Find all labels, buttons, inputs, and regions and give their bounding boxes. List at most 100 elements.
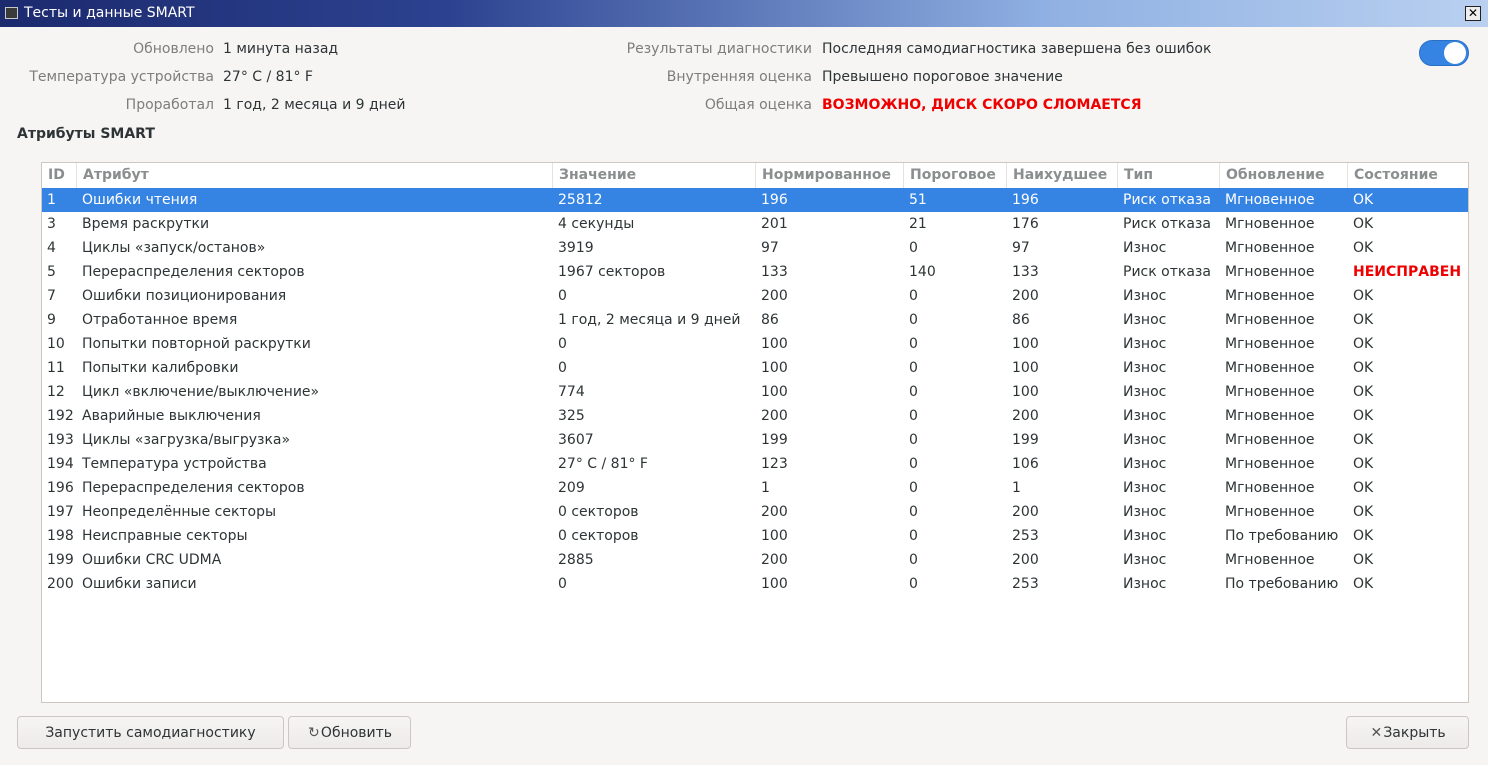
cell-threshold: 0 [909,240,918,256]
cell-worst: 100 [1012,384,1039,400]
table-row[interactable]: 192 Аварийные выключения 325 200 0 200 Износ Мг… [42,404,1468,428]
table-row[interactable]: 1 Ошибки чтения 25812 196 51 196 Риск отказа Мг… [42,188,1468,212]
cell-assessment: OK [1353,312,1374,328]
table-header: ID Атрибут Значение Нормированное Пороговое Н… [42,163,1468,188]
table-row[interactable]: 7 Ошибки позиционирования 0 200 0 200 Износ Мгн… [42,284,1468,308]
cell-normalized: 199 [761,432,788,448]
table-row[interactable]: 197 Неопределённые секторы 0 секторов 200 0 2… [42,500,1468,524]
cell-normalized: 97 [761,240,779,256]
table-row[interactable]: 5 Перераспределения секторов 1967 секторов… [42,260,1468,284]
column-header-assessment[interactable]: Состояние [1348,163,1468,188]
cell-normalized: 200 [761,552,788,568]
cell-value: 4 секунды [558,216,635,232]
table-row[interactable]: 194 Температура устройства 27° C / 81° F 12… [42,452,1468,476]
table-row[interactable]: 199 Ошибки CRC UDMA 2885 200 0 200 Износ Мгнове… [42,548,1468,572]
cell-worst: 86 [1012,312,1030,328]
cell-attribute: Ошибки чтения [82,192,198,208]
table-row[interactable]: 11 Попытки калибровки 0 100 0 100 Износ Мгновен… [42,356,1468,380]
table-row[interactable]: 3 Время раскрутки 4 секунды 201 21 176 Риск от… [42,212,1468,236]
cell-value: 1967 секторов [558,264,666,280]
switch-knob [1444,42,1466,64]
column-header-worst[interactable]: Наихудшее [1007,163,1118,188]
cell-type: Износ [1123,456,1167,472]
refresh-icon: ↻ [308,725,320,741]
cell-assessment: OK [1353,504,1374,520]
cell-assessment: OK [1353,408,1374,424]
cell-assessment: OK [1353,432,1374,448]
powered-on-label: Проработал [125,97,214,113]
table-row[interactable]: 193 Циклы «загрузка/выгрузка» 3607 199 0 199 И… [42,428,1468,452]
cell-attribute: Циклы «загрузка/выгрузка» [82,432,291,448]
cell-value: 774 [558,384,585,400]
cell-normalized: 196 [761,192,788,208]
cell-assessment: OK [1353,552,1374,568]
table-row[interactable]: 196 Перераспределения секторов 209 1 0 1 Износ… [42,476,1468,500]
cell-assessment: OK [1353,384,1374,400]
column-header-id[interactable]: ID [42,163,77,188]
cell-type: Риск отказа [1123,216,1211,232]
cell-id: 194 [47,456,74,472]
column-header-updates[interactable]: Обновление [1220,163,1348,188]
table-row[interactable]: 4 Циклы «запуск/останов» 3919 97 0 97 Износ Мгн… [42,236,1468,260]
cell-value: 3607 [558,432,594,448]
cell-value: 0 [558,288,567,304]
window-close-button[interactable]: ✕ [1465,6,1481,21]
table-row[interactable]: 9 Отработанное время 1 год, 2 месяца и 9 д… [42,308,1468,332]
cell-updates: Мгновенное [1225,288,1315,304]
cell-id: 193 [47,432,74,448]
cell-updates: Мгновенное [1225,312,1315,328]
refresh-button[interactable]: ↻Обновить [288,716,411,749]
start-self-test-button[interactable]: Запустить самодиагностику [17,716,284,749]
table-row[interactable]: 10 Попытки повторной раскрутки 0 100 0 100 Изн… [42,332,1468,356]
cell-updates: Мгновенное [1225,192,1315,208]
cell-id: 1 [47,192,56,208]
cell-threshold: 0 [909,408,918,424]
column-header-threshold[interactable]: Пороговое [904,163,1007,188]
close-button[interactable]: ✕Закрыть [1346,716,1469,749]
cell-value: 1 год, 2 месяца и 9 дней [558,312,741,328]
cell-id: 3 [47,216,56,232]
cell-type: Износ [1123,432,1167,448]
cell-threshold: 0 [909,528,918,544]
column-header-attribute[interactable]: Атрибут [77,163,553,188]
cell-normalized: 201 [761,216,788,232]
cell-normalized: 200 [761,408,788,424]
cell-value: 3919 [558,240,594,256]
cell-updates: По требованию [1225,576,1339,592]
cell-updates: Мгновенное [1225,480,1315,496]
cell-id: 199 [47,552,74,568]
cell-assessment: OK [1353,192,1374,208]
cell-attribute: Неисправные секторы [82,528,248,544]
cell-assessment: OK [1353,288,1374,304]
cell-value: 27° C / 81° F [558,456,648,472]
updated-value: 1 минута назад [223,41,339,57]
cell-threshold: 0 [909,576,918,592]
table-row[interactable]: 12 Цикл «включение/выключение» 774 100 0 100 И… [42,380,1468,404]
smart-enable-switch[interactable] [1419,40,1469,66]
cell-worst: 196 [1012,192,1039,208]
column-header-type[interactable]: Тип [1118,163,1220,188]
table-row[interactable]: 200 Ошибки записи 0 100 0 253 Износ По требован… [42,572,1468,596]
cell-updates: Мгновенное [1225,384,1315,400]
cell-type: Износ [1123,336,1167,352]
cell-assessment: OK [1353,576,1374,592]
cell-attribute: Ошибки записи [82,576,197,592]
column-header-value[interactable]: Значение [553,163,756,188]
updated-label: Обновлено [133,41,214,57]
table-row[interactable]: 198 Неисправные секторы 0 секторов 100 0 253 И… [42,524,1468,548]
cell-updates: Мгновенное [1225,408,1315,424]
cell-worst: 100 [1012,336,1039,352]
cell-updates: Мгновенное [1225,552,1315,568]
cell-assessment: OK [1353,360,1374,376]
cell-type: Износ [1123,240,1167,256]
cell-normalized: 100 [761,336,788,352]
cell-id: 7 [47,288,56,304]
cell-id: 198 [47,528,74,544]
cell-type: Риск отказа [1123,192,1211,208]
smart-attributes-table[interactable]: ID Атрибут Значение Нормированное Пороговое Н… [41,162,1469,703]
cell-id: 10 [47,336,65,352]
powered-on-value: 1 год, 2 месяца и 9 дней [223,97,406,113]
column-header-normalized[interactable]: Нормированное [756,163,904,188]
internal-assessment-label: Внутренняя оценка [666,69,812,85]
cell-id: 197 [47,504,74,520]
